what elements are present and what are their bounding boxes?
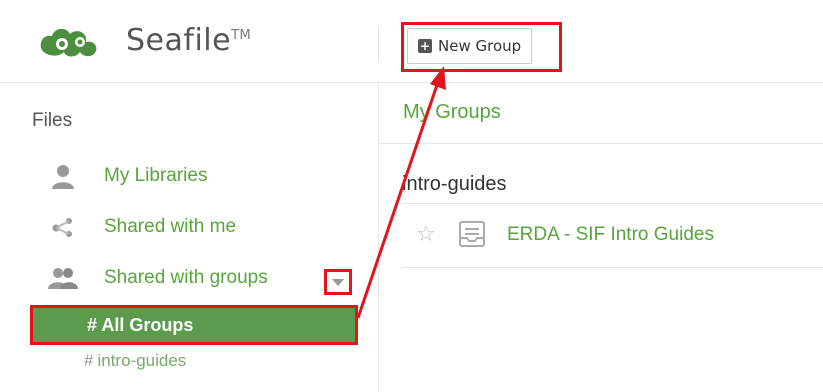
seafile-logo[interactable]: SeafileTM <box>36 20 251 60</box>
library-name[interactable]: ERDA - SIF Intro Guides <box>507 224 714 246</box>
library-row[interactable]: ☆ ERDA - SIF Intro Guides <box>402 204 823 268</box>
sidebar-item-label: Shared with groups <box>104 267 268 288</box>
logo-wordmark: SeafileTM <box>126 22 252 58</box>
main-title-bar: My Groups <box>379 83 823 144</box>
caret-down-icon <box>332 278 344 286</box>
page-title: My Groups <box>403 101 501 123</box>
sidebar-item-all-groups[interactable]: # All Groups <box>30 305 358 345</box>
sidebar-item-shared-with-groups[interactable]: Shared with groups <box>48 265 268 291</box>
subgroup-label: intro-guides <box>97 351 187 370</box>
sidebar-heading-files: Files <box>32 110 73 131</box>
main-content: My Groups intro-guides ☆ ERDA - SIF Intr… <box>379 83 823 392</box>
hash-icon: # <box>84 351 94 370</box>
library-icon <box>457 219 487 253</box>
share-icon <box>48 214 78 240</box>
header-divider <box>378 26 379 62</box>
sidebar-subgroup-intro-guides[interactable]: # intro-guides <box>84 351 186 371</box>
user-icon <box>48 163 78 189</box>
new-group-label: New Group <box>438 37 522 55</box>
seafile-logo-icon <box>40 28 97 57</box>
star-icon[interactable]: ☆ <box>416 222 436 247</box>
sidebar: Files My Libraries Shared with me Shared… <box>0 83 379 392</box>
sidebar-item-label: My Libraries <box>104 165 208 186</box>
groups-dropdown-toggle[interactable] <box>324 269 352 295</box>
all-groups-label: # All Groups <box>87 314 194 335</box>
sidebar-item-shared-with-me[interactable]: Shared with me <box>48 214 236 240</box>
top-bar: SeafileTM + New Group <box>0 0 823 83</box>
new-group-button[interactable]: + New Group <box>407 28 533 64</box>
group-icon <box>48 265 78 291</box>
sidebar-item-label: Shared with me <box>104 216 237 237</box>
sidebar-item-my-libraries[interactable]: My Libraries <box>48 163 207 189</box>
group-heading[interactable]: intro-guides <box>402 173 507 196</box>
plus-icon: + <box>418 39 432 53</box>
